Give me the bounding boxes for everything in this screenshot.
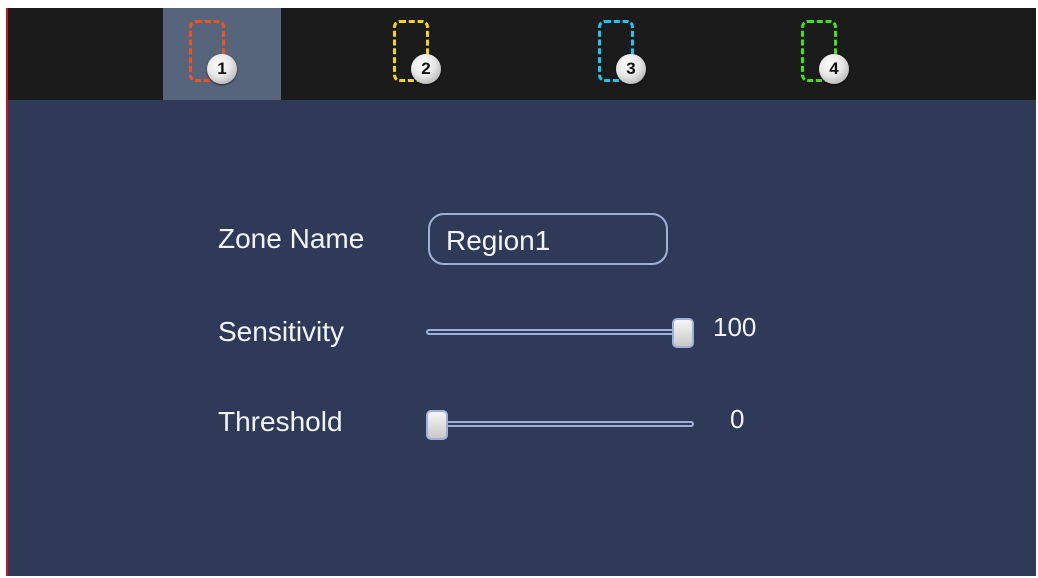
sensitivity-slider[interactable]	[426, 314, 694, 350]
region-number-badge: 3	[616, 54, 646, 84]
slider-track	[426, 329, 694, 335]
region-tab-4[interactable]: 4	[775, 8, 893, 100]
region-number-badge: 1	[207, 54, 237, 84]
threshold-value: 0	[730, 404, 745, 434]
threshold-slider[interactable]	[426, 406, 694, 442]
region-tab-1[interactable]: 1	[163, 8, 281, 100]
zone-name-input[interactable]: Region1	[428, 213, 668, 265]
threshold-label: Threshold	[218, 406, 343, 437]
sensitivity-value: 100	[713, 312, 757, 342]
sensitivity-label: Sensitivity	[218, 316, 345, 347]
zone-name-label: Zone Name	[218, 223, 365, 254]
region-number-badge: 4	[819, 54, 849, 84]
region-number-badge: 2	[411, 54, 441, 84]
slider-handle[interactable]	[426, 410, 448, 440]
slider-track	[426, 421, 694, 427]
region-tab-2[interactable]: 2	[367, 8, 485, 100]
motion-region-settings: 1 2 3 4 Zone Name Region1 Sensitivity 10…	[0, 0, 1038, 578]
region-tab-bar: 1 2 3 4	[8, 8, 1036, 100]
settings-panel: 1 2 3 4 Zone Name Region1 Sensitivity 10…	[8, 8, 1036, 576]
region-tab-3[interactable]: 3	[572, 8, 690, 100]
slider-handle[interactable]	[672, 318, 694, 348]
